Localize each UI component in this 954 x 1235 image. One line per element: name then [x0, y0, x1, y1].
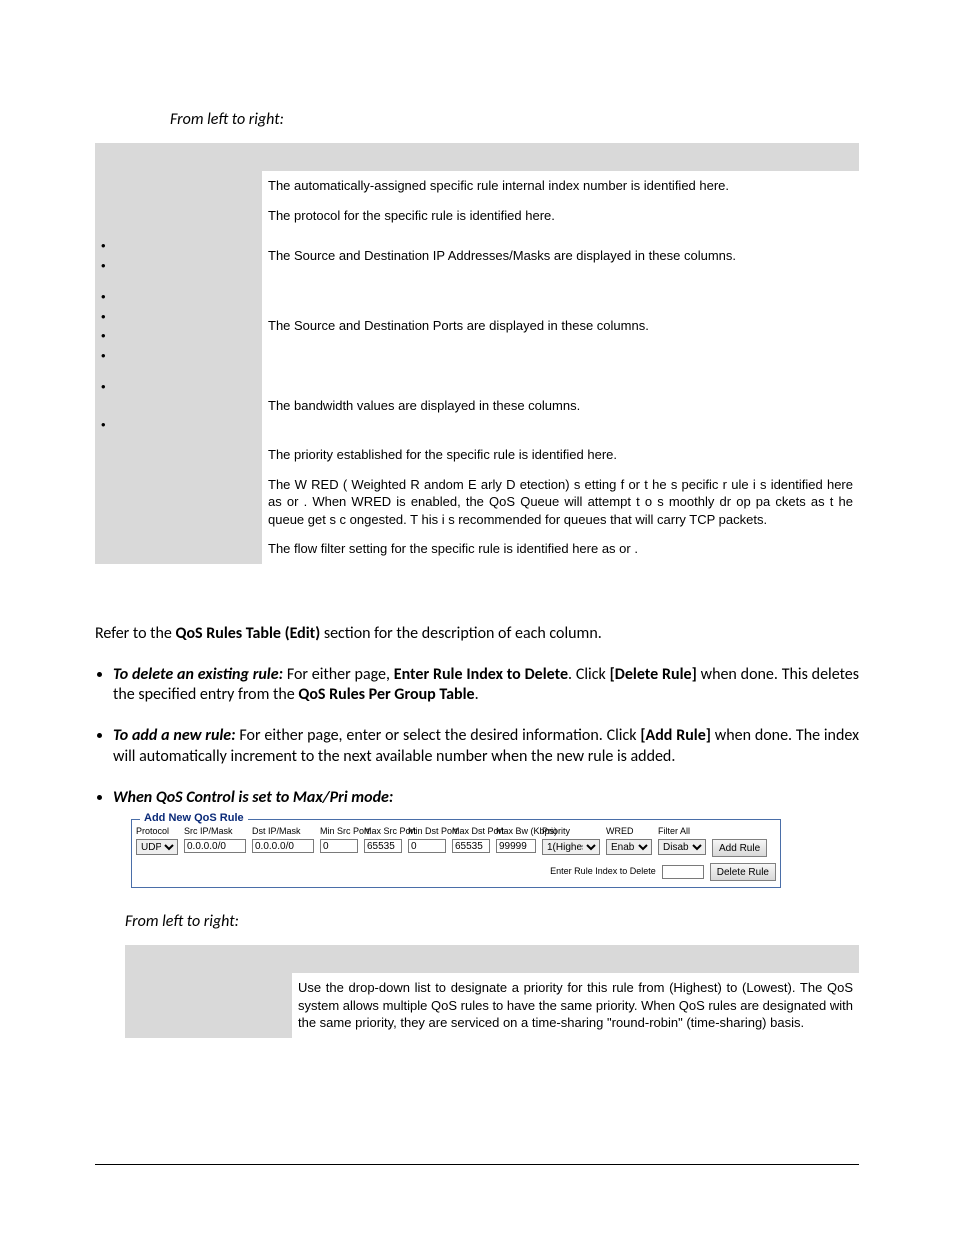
- refer-paragraph: Refer to the QoS Rules Table (Edit) sect…: [95, 624, 859, 645]
- bullet-icon: •: [101, 415, 256, 435]
- label-protocol: Protocol: [136, 826, 178, 838]
- row-text: The bandwidth values are displayed in th…: [262, 371, 859, 440]
- label-min-src-port: Min Src Port: [320, 826, 358, 838]
- min-src-port-input[interactable]: [320, 839, 358, 853]
- row-text: The Source and Destination Ports are dis…: [262, 281, 859, 371]
- priority-select[interactable]: 1(Highest): [542, 839, 600, 855]
- dst-ip-input[interactable]: [252, 839, 314, 853]
- max-bw-input[interactable]: [496, 839, 536, 853]
- from-left-heading-1: From left to right:: [170, 110, 859, 129]
- text-bold: QoS Rules Table (Edit): [175, 624, 320, 643]
- from-left-heading-2: From left to right:: [125, 912, 859, 931]
- max-dst-port-input[interactable]: [452, 839, 490, 853]
- table-row: The priority established for the specifi…: [95, 440, 859, 470]
- footer-rule: [95, 1164, 859, 1165]
- list-item-mode: When QoS Control is set to Max/Pri mode:…: [113, 788, 859, 888]
- text-bold: Enter Rule Index to Delete: [394, 665, 568, 684]
- min-dst-port-input[interactable]: [408, 839, 446, 853]
- label-src-ip: Src IP/Mask: [184, 826, 246, 838]
- panel-legend: Add New QoS Rule: [140, 811, 248, 825]
- text-lead: When QoS Control is set to Max/Pri mode:: [113, 788, 393, 807]
- src-ip-input[interactable]: [184, 839, 246, 853]
- bullet-icon: •: [101, 307, 256, 327]
- add-rule-button[interactable]: Add Rule: [712, 839, 767, 857]
- table-row: The W RED ( Weighted R andom E arly D et…: [95, 470, 859, 535]
- label-min-dst-port: Min Dst Port: [408, 826, 446, 838]
- row-text: The protocol for the specific rule is id…: [262, 201, 859, 231]
- text-bold: QoS Rules Per Group Table: [298, 685, 474, 704]
- row-text: The W RED ( Weighted R andom E arly D et…: [262, 470, 859, 535]
- delete-index-input[interactable]: [662, 865, 704, 879]
- protocol-select[interactable]: UDP: [136, 839, 178, 855]
- bullet-icon: •: [101, 256, 256, 276]
- row-text: The priority established for the specifi…: [262, 440, 859, 470]
- label-wred: WRED: [606, 826, 652, 838]
- text: .: [475, 685, 479, 704]
- row-text: The flow filter setting for the specific…: [262, 534, 859, 564]
- text: Refer to the: [95, 624, 175, 643]
- label-priority: Priority: [542, 826, 600, 838]
- table-row: The automatically-assigned specific rule…: [95, 171, 859, 201]
- wred-select[interactable]: Enable: [606, 839, 652, 855]
- text: section for the description of each colu…: [320, 624, 602, 643]
- text-lead: To add a new rule:: [113, 726, 236, 745]
- text-bold: [Delete Rule]: [610, 665, 697, 684]
- description-table-1: The automatically-assigned specific rule…: [95, 143, 859, 564]
- list-item-delete-rule: To delete an existing rule: For either p…: [113, 665, 859, 707]
- add-qos-rule-panel: Add New QoS Rule Protocol UDP Src IP/Mas…: [131, 819, 781, 889]
- description-table-2: Use the drop-down list to designate a pr…: [125, 945, 859, 1038]
- filter-all-select[interactable]: Disable: [658, 839, 706, 855]
- bullet-icon: •: [101, 346, 256, 366]
- delete-index-label: Enter Rule Index to Delete: [550, 866, 656, 878]
- bullet-icon: •: [101, 236, 256, 256]
- table-row: Use the drop-down list to designate a pr…: [125, 973, 859, 1038]
- label-max-bw: Max Bw (Kbps): [496, 826, 536, 838]
- label-dst-ip: Dst IP/Mask: [252, 826, 314, 838]
- label-max-src-port: Max Src Port: [364, 826, 402, 838]
- bullet-icon: •: [101, 287, 256, 307]
- bullet-icon: •: [101, 377, 256, 397]
- text: For either page,: [283, 665, 394, 684]
- row-text: Use the drop-down list to designate a pr…: [292, 973, 859, 1038]
- text: . Click: [568, 665, 610, 684]
- label-max-dst-port: Max Dst Port: [452, 826, 490, 838]
- bullet-icon: •: [101, 326, 256, 346]
- table-row: The protocol for the specific rule is id…: [95, 201, 859, 231]
- label-filter-all: Filter All: [658, 826, 706, 838]
- table-row: The flow filter setting for the specific…: [95, 534, 859, 564]
- table-row: • • • • The Source and Destination Ports…: [95, 281, 859, 371]
- list-item-add-rule: To add a new rule: For either page, ente…: [113, 726, 859, 768]
- delete-rule-button[interactable]: Delete Rule: [710, 863, 776, 881]
- table-row: • • The bandwidth values are displayed i…: [95, 371, 859, 440]
- row-text: The Source and Destination IP Addresses/…: [262, 230, 859, 281]
- text: For either page, enter or select the des…: [236, 726, 641, 745]
- row-text: The automatically-assigned specific rule…: [262, 171, 859, 201]
- text-bold: [Add Rule]: [640, 726, 711, 745]
- max-src-port-input[interactable]: [364, 839, 402, 853]
- text-lead: To delete an existing rule:: [113, 665, 283, 684]
- table-row: • • The Source and Destination IP Addres…: [95, 230, 859, 281]
